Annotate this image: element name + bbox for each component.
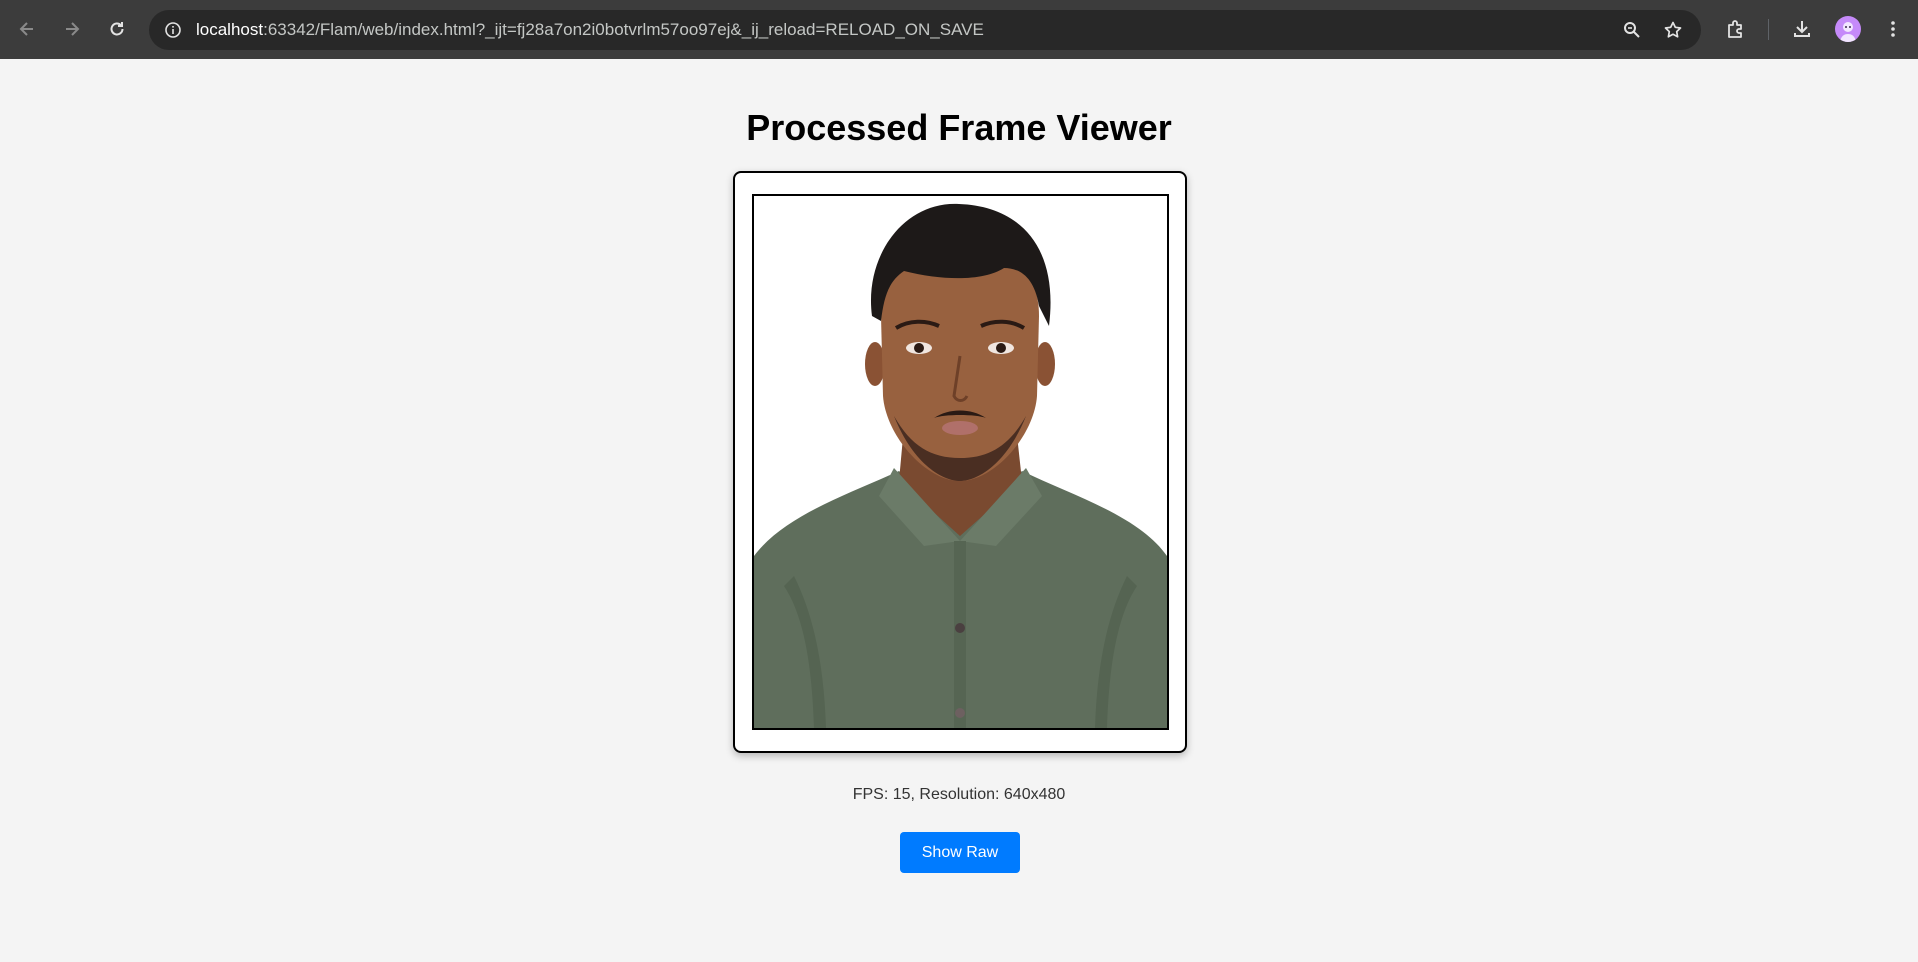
site-info-icon [165, 22, 181, 38]
profile-avatar[interactable] [1835, 16, 1861, 42]
extensions-button[interactable] [1719, 12, 1753, 46]
menu-icon [1891, 21, 1895, 37]
back-button[interactable] [10, 12, 44, 46]
extensions-icon [1728, 20, 1742, 38]
profile-avatar-icon [1840, 22, 1856, 42]
site-info-button[interactable] [159, 16, 187, 44]
url-text[interactable]: localhost:63342/Flam/web/index.html?_ijt… [196, 10, 984, 50]
bookmark-button[interactable] [1659, 16, 1687, 44]
reload-button[interactable] [100, 12, 134, 46]
zoom-button[interactable] [1618, 16, 1646, 44]
url-path: :63342/Flam/web/index.html?_ijt=fj28a7on… [263, 20, 984, 39]
back-icon [19, 22, 33, 36]
frame-card [733, 171, 1187, 753]
reload-icon [110, 22, 124, 36]
address-bar[interactable]: localhost:63342/Flam/web/index.html?_ijt… [149, 10, 1701, 50]
show-raw-button[interactable]: Show Raw [900, 832, 1020, 873]
bookmark-star-icon [1664, 21, 1682, 38]
download-icon [1794, 21, 1810, 37]
person-portrait-image [754, 196, 1167, 728]
processed-frame-image [752, 194, 1169, 730]
browser-toolbar: localhost:63342/Flam/web/index.html?_ijt… [0, 0, 1918, 59]
browser-menu-button[interactable] [1876, 12, 1910, 46]
page-title: Processed Frame Viewer [746, 107, 1172, 148]
frame-stats: FPS: 15, Resolution: 640x480 [852, 786, 1066, 803]
downloads-button[interactable] [1785, 12, 1819, 46]
forward-button[interactable] [55, 12, 89, 46]
toolbar-divider [1768, 19, 1769, 40]
forward-icon [66, 22, 80, 36]
zoom-icon [1624, 22, 1640, 38]
url-host: localhost [196, 20, 264, 39]
